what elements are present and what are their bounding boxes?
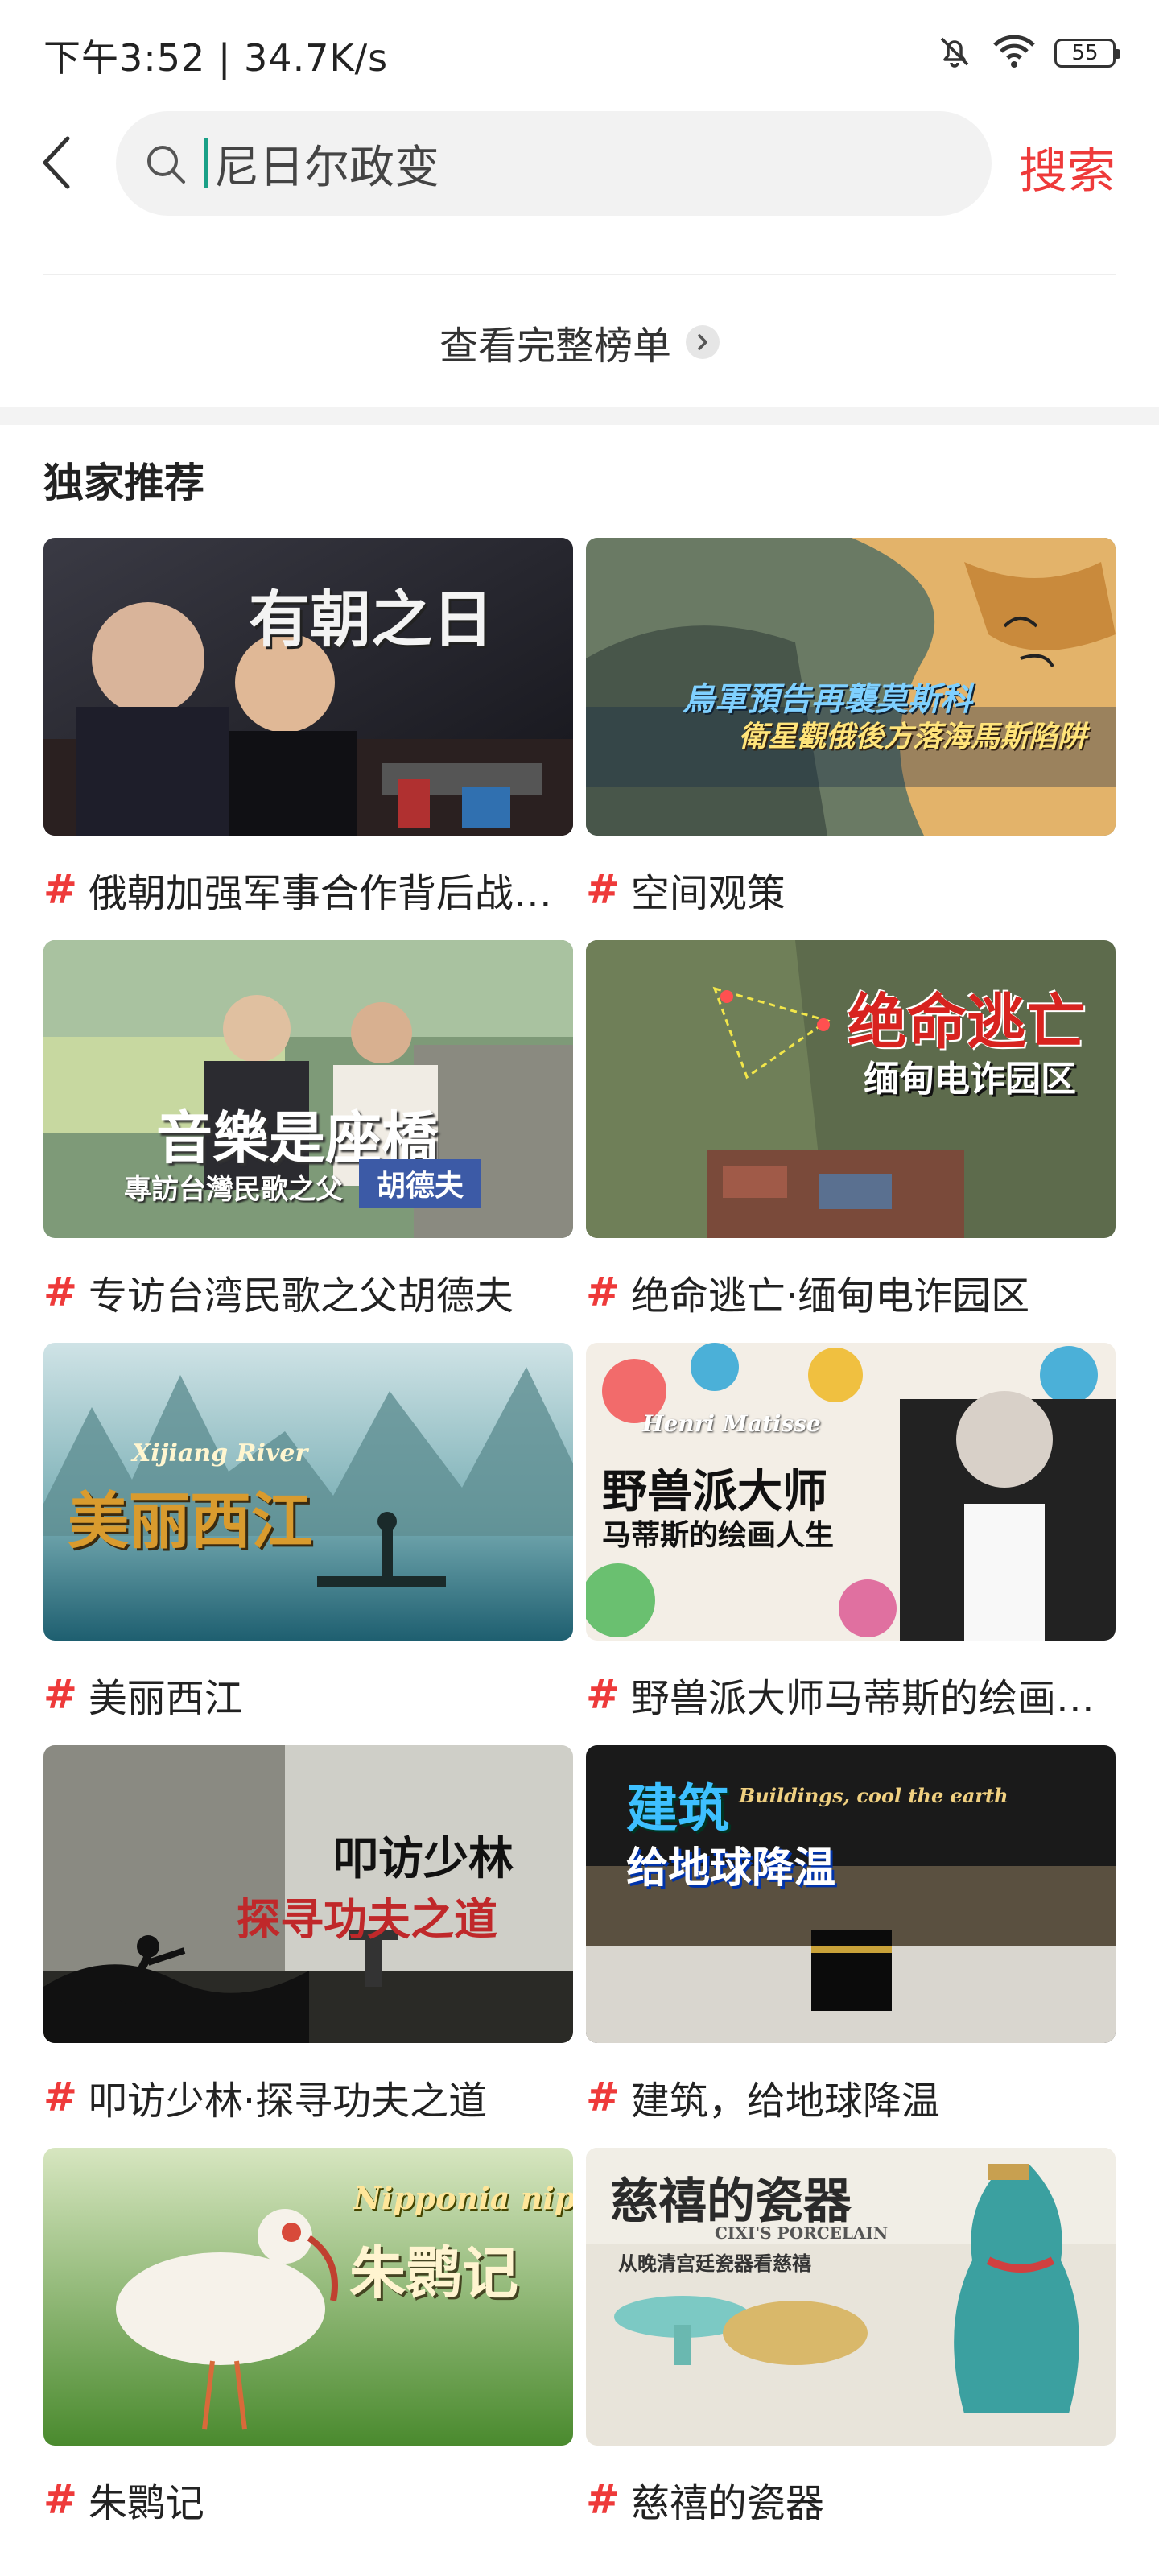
video-thumbnail[interactable]: 绝命逃亡 缅甸电诈园区 (586, 940, 1116, 1238)
thumb-subtitle: CIXI'S PORCELAIN (715, 2223, 889, 2243)
battery-icon: 55 (1054, 39, 1120, 68)
view-full-list-label: 查看完整榜单 (439, 324, 671, 369)
card-label: # 叩访少林·探寻功夫之道 (43, 2069, 573, 2125)
card-title: 慈禧的瓷器 (630, 2481, 824, 2526)
card-title: 朱鹮记 (88, 2481, 204, 2526)
recommend-grid: 有朝之日 # 俄朝加强军事合作背后战… 烏軍預告再襲莫斯科 衛星觀俄後方落海馬斯… (43, 538, 1116, 2550)
video-card[interactable]: Henri Matisse 野兽派大师 马蒂斯的绘画人生 # 野兽派大师马蒂斯的… (586, 1343, 1116, 1745)
video-card[interactable]: 绝命逃亡 缅甸电诈园区 # 绝命逃亡·缅甸电诈园区 (586, 940, 1116, 1343)
thumb-subtitle: 專訪台灣民歌之父 (124, 1174, 343, 1206)
battery-level: 55 (1071, 41, 1099, 65)
text-caret (204, 138, 208, 188)
video-card[interactable]: 烏軍預告再襲莫斯科 衛星觀俄後方落海馬斯陷阱 # 空间观策 (586, 538, 1116, 940)
video-card[interactable]: 音樂是座橋 專訪台灣民歌之父 胡德夫 # 专访台湾民歌之父胡德夫 (43, 940, 573, 1343)
card-title: 美丽西江 (88, 1676, 243, 1721)
status-bar: 下午3:52 | 34.7K/s 55 (0, 0, 1159, 105)
chevron-right-icon (686, 325, 720, 359)
mute-bell-icon (935, 32, 974, 74)
thumb-subtitle: Xijiang River (132, 1439, 308, 1468)
hashtag-icon: # (586, 1671, 620, 1718)
card-title: 建筑，给地球降温 (630, 2079, 940, 2124)
card-title: 野兽派大师马蒂斯的绘画… (630, 1676, 1095, 1721)
thumb-title: 叩访少林 (333, 1832, 514, 1885)
status-icons: 55 (935, 31, 1120, 76)
card-title: 空间观策 (630, 871, 786, 916)
view-full-list-link[interactable]: 查看完整榜单 (0, 306, 1159, 378)
thumb-title: 有朝之日 (249, 584, 493, 655)
section-separator (0, 407, 1159, 425)
wifi-icon (992, 32, 1037, 74)
hashtag-icon: # (586, 2074, 620, 2120)
thumb-subtitle: Nipponia nippon (353, 2180, 573, 2216)
video-thumbnail[interactable]: Nipponia nippon 朱鹮记 (43, 2148, 573, 2446)
card-title: 绝命逃亡·缅甸电诈园区 (630, 1274, 1030, 1319)
hashtag-icon: # (43, 1269, 77, 1315)
hashtag-icon: # (586, 2476, 620, 2523)
card-label: # 建筑，给地球降温 (586, 2069, 1116, 2125)
thumb-title: 绝命逃亡 (848, 988, 1086, 1057)
thumb-title: 美丽西江 (68, 1485, 312, 1557)
status-time-speed: 下午3:52 | 34.7K/s (43, 36, 389, 80)
section-title: 独家推荐 (43, 460, 204, 506)
card-label: # 绝命逃亡·缅甸电诈园区 (586, 1264, 1116, 1320)
back-button[interactable] (32, 130, 80, 195)
card-label: # 俄朝加强军事合作背后战… (43, 861, 573, 918)
search-icon (147, 146, 185, 184)
hashtag-icon: # (586, 1269, 620, 1315)
thumb-tag: 胡德夫 (359, 1159, 482, 1208)
hashtag-icon: # (43, 2074, 77, 2120)
thumb-subtitle: 衛星觀俄後方落海馬斯陷阱 (739, 720, 1087, 753)
card-label: # 野兽派大师马蒂斯的绘画… (586, 1666, 1116, 1723)
video-card[interactable]: Nipponia nippon 朱鹮记 # 朱鹮记 (43, 2148, 573, 2550)
card-label: # 空间观策 (586, 861, 1116, 918)
thumb-title: 朱鹮记 (349, 2240, 518, 2306)
search-box[interactable] (116, 111, 992, 216)
thumb-tag: 从晚清宫廷瓷器看慈禧 (618, 2252, 811, 2275)
search-input[interactable] (214, 130, 938, 196)
hashtag-icon: # (43, 2476, 77, 2523)
video-thumbnail[interactable]: Xijiang River 美丽西江 (43, 1343, 573, 1641)
chevron-left-icon (43, 136, 70, 189)
video-card[interactable]: 慈禧的瓷器 CIXI'S PORCELAIN 从晚清宫廷瓷器看慈禧 # 慈禧的瓷… (586, 2148, 1116, 2550)
thumb-tag: Buildings, cool the earth (739, 1784, 1008, 1807)
hashtag-icon: # (586, 866, 620, 913)
thumb-subtitle: 马蒂斯的绘画人生 (602, 1518, 835, 1552)
card-label: # 美丽西江 (43, 1666, 573, 1723)
video-thumbnail[interactable]: 叩访少林 探寻功夫之道 (43, 1745, 573, 2043)
card-title: 叩访少林·探寻功夫之道 (88, 2079, 488, 2124)
video-card[interactable]: Xijiang River 美丽西江 # 美丽西江 (43, 1343, 573, 1745)
hashtag-icon: # (43, 866, 77, 913)
card-title: 专访台湾民歌之父胡德夫 (88, 1274, 514, 1319)
thumb-subtitle: 缅甸电诈园区 (864, 1059, 1076, 1100)
thumb-title: 建筑 (626, 1779, 729, 1839)
search-button[interactable]: 搜索 (1019, 132, 1116, 202)
video-thumbnail[interactable]: 有朝之日 (43, 538, 573, 836)
hashtag-icon: # (43, 1671, 77, 1718)
video-thumbnail[interactable]: 烏軍預告再襲莫斯科 衛星觀俄後方落海馬斯陷阱 (586, 538, 1116, 836)
thumb-title: 慈禧的瓷器 (610, 2174, 852, 2230)
video-thumbnail[interactable]: 建筑 Buildings, cool the earth 给地球降温 (586, 1745, 1116, 2043)
thumb-subtitle: 探寻功夫之道 (237, 1893, 497, 1945)
thumb-subtitle: 给地球降温 (626, 1843, 836, 1893)
card-title: 俄朝加强军事合作背后战… (88, 871, 552, 916)
video-thumbnail[interactable]: 慈禧的瓷器 CIXI'S PORCELAIN 从晚清宫廷瓷器看慈禧 (586, 2148, 1116, 2446)
card-label: # 慈禧的瓷器 (586, 2471, 1116, 2528)
search-header: 搜索 (0, 105, 1159, 225)
divider (43, 274, 1116, 275)
video-thumbnail[interactable]: 音樂是座橋 專訪台灣民歌之父 胡德夫 (43, 940, 573, 1238)
video-card[interactable]: 建筑 Buildings, cool the earth 给地球降温 # 建筑，… (586, 1745, 1116, 2148)
video-card[interactable]: 有朝之日 # 俄朝加强军事合作背后战… (43, 538, 573, 940)
card-label: # 专访台湾民歌之父胡德夫 (43, 1264, 573, 1320)
card-label: # 朱鹮记 (43, 2471, 573, 2528)
thumb-tag: Henri Matisse (642, 1410, 821, 1437)
video-card[interactable]: 叩访少林 探寻功夫之道 # 叩访少林·探寻功夫之道 (43, 1745, 573, 2148)
video-thumbnail[interactable]: Henri Matisse 野兽派大师 马蒂斯的绘画人生 (586, 1343, 1116, 1641)
thumb-title: 野兽派大师 (602, 1465, 827, 1518)
